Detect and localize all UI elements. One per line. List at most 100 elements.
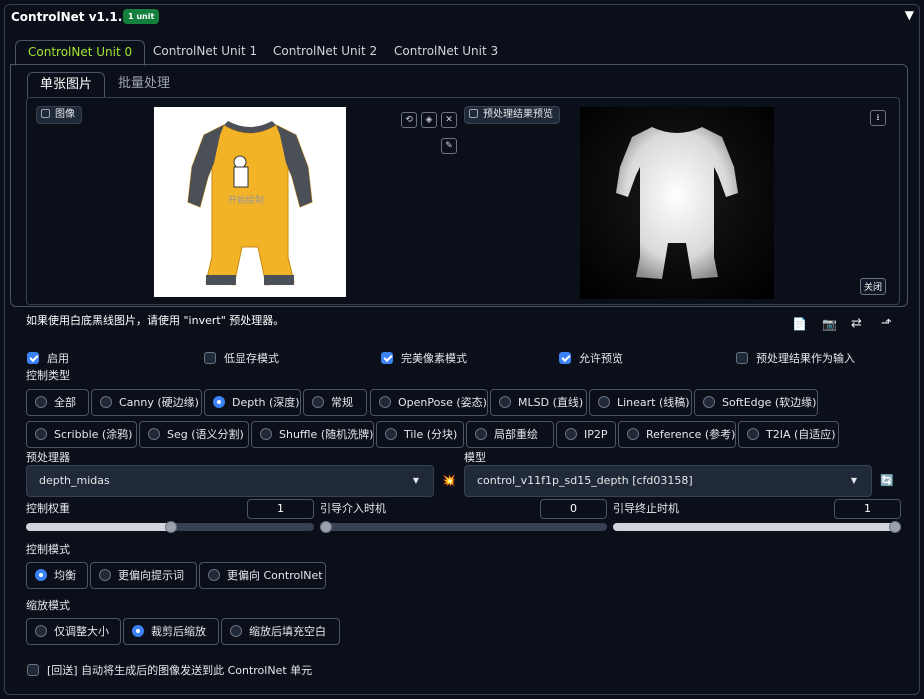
- end-step-handle[interactable]: [889, 521, 901, 533]
- radio-icon[interactable]: [379, 396, 391, 408]
- image-label: 图像: [36, 106, 82, 124]
- resize-mode-fill[interactable]: 缩放后填充空白: [221, 618, 340, 645]
- brush-icon[interactable]: ✎: [441, 138, 457, 154]
- resize-mode-crop-resize[interactable]: 裁剪后缩放: [123, 618, 219, 645]
- undo-icon[interactable]: ⟲: [401, 112, 417, 128]
- control-type-t2ia[interactable]: T2IA (自适应): [738, 421, 839, 448]
- radio-icon[interactable]: [598, 396, 610, 408]
- radio-icon[interactable]: [35, 428, 47, 440]
- checkbox-icon[interactable]: [27, 352, 39, 364]
- radio-icon[interactable]: [703, 396, 715, 408]
- clear-icon[interactable]: ✕: [441, 112, 457, 128]
- checkbox-icon[interactable]: [381, 352, 393, 364]
- radio-icon[interactable]: [99, 569, 111, 581]
- start-step-slider[interactable]: [320, 523, 607, 531]
- resize-mode-just-resize[interactable]: 仅调整大小: [26, 618, 121, 645]
- control-type-lineart[interactable]: Lineart (线稿): [589, 389, 692, 416]
- control-mode-controlnet[interactable]: 更偏向 ControlNet: [199, 562, 326, 589]
- preprocessor-select[interactable]: depth_midas ▼: [26, 465, 434, 497]
- start-step-input[interactable]: 0: [540, 499, 607, 519]
- control-type-scribble[interactable]: Scribble (涂鸦): [26, 421, 137, 448]
- control-type-canny[interactable]: Canny (硬边缘): [91, 389, 202, 416]
- tab-controlnet-unit-2[interactable]: ControlNet Unit 2: [261, 40, 389, 66]
- end-step-input[interactable]: 1: [834, 499, 901, 519]
- radio-icon[interactable]: [213, 396, 225, 408]
- input-image-canvas[interactable]: 开始绘制: [154, 107, 346, 297]
- radio-icon[interactable]: [100, 396, 112, 408]
- resize-mode-label-text: 缩放后填充空白: [249, 625, 326, 638]
- loopback-label: [回送] 自动将生成后的图像发送到此 ControlNet 单元: [47, 664, 313, 677]
- allow-preview-checkbox[interactable]: 允许预览: [559, 350, 623, 366]
- control-type-depth[interactable]: Depth (深度): [204, 389, 301, 416]
- radio-icon[interactable]: [148, 428, 160, 440]
- unit-count-badge: 1 unit: [123, 9, 160, 24]
- control-type-normal[interactable]: 常规: [303, 389, 367, 416]
- control-type-openpose[interactable]: OpenPose (姿态): [370, 389, 488, 416]
- control-type-inpaint[interactable]: 局部重绘: [466, 421, 554, 448]
- radio-icon[interactable]: [35, 569, 47, 581]
- tab-controlnet-unit-1[interactable]: ControlNet Unit 1: [141, 40, 269, 66]
- pixel-perfect-checkbox[interactable]: 完美像素模式: [381, 350, 467, 366]
- preprocessed-as-input-label: 预处理结果作为输入: [756, 352, 855, 365]
- new-canvas-icon[interactable]: 📄: [792, 317, 807, 331]
- checkbox-icon[interactable]: [27, 664, 39, 676]
- model-label: 模型: [464, 451, 486, 464]
- loopback-checkbox[interactable]: [回送] 自动将生成后的图像发送到此 ControlNet 单元: [27, 662, 312, 678]
- tab-batch[interactable]: 批量处理: [106, 72, 182, 98]
- start-step-handle[interactable]: [320, 521, 332, 533]
- radio-icon[interactable]: [230, 625, 242, 637]
- low-vram-checkbox[interactable]: 低显存模式: [204, 350, 279, 366]
- eraser-icon[interactable]: ◈: [421, 112, 437, 128]
- control-type-tile[interactable]: Tile (分块): [376, 421, 464, 448]
- radio-icon[interactable]: [475, 428, 487, 440]
- radio-icon[interactable]: [208, 569, 220, 581]
- image-icon: [41, 109, 50, 118]
- tab-controlnet-unit-3[interactable]: ControlNet Unit 3: [382, 40, 510, 66]
- control-type-label-text: Lineart (线稿): [617, 396, 690, 409]
- control-type-softedge[interactable]: SoftEdge (软边缘): [694, 389, 818, 416]
- preprocessed-as-input-checkbox[interactable]: 预处理结果作为输入: [736, 350, 855, 366]
- control-type-shuffle[interactable]: Shuffle (随机洗牌): [251, 421, 374, 448]
- control-type-ip2p[interactable]: IP2P: [556, 421, 616, 448]
- control-mode-label-text: 均衡: [54, 569, 76, 582]
- radio-icon[interactable]: [499, 396, 511, 408]
- radio-icon[interactable]: [35, 625, 47, 637]
- radio-icon[interactable]: [132, 625, 144, 637]
- control-type-all[interactable]: 全部: [26, 389, 89, 416]
- control-weight-handle[interactable]: [165, 521, 177, 533]
- send-dimensions-icon[interactable]: ⬏: [881, 316, 892, 331]
- refresh-models-icon[interactable]: 🔄: [880, 474, 894, 487]
- download-icon[interactable]: ⭳: [870, 110, 886, 126]
- swap-icon[interactable]: ⇄: [851, 316, 862, 331]
- model-select[interactable]: control_v11f1p_sd15_depth [cfd03158] ▼: [464, 465, 872, 497]
- control-weight-input[interactable]: 1: [247, 499, 314, 519]
- end-step-slider[interactable]: [613, 523, 901, 531]
- control-type-reference[interactable]: Reference (参考): [618, 421, 736, 448]
- control-type-label-text: Scribble (涂鸦): [54, 428, 133, 441]
- control-mode-balanced[interactable]: 均衡: [26, 562, 88, 589]
- radio-icon[interactable]: [312, 396, 324, 408]
- control-type-label-text: Tile (分块): [404, 428, 458, 441]
- radio-icon[interactable]: [385, 428, 397, 440]
- checkbox-icon[interactable]: [736, 352, 748, 364]
- control-type-seg[interactable]: Seg (语义分割): [139, 421, 249, 448]
- checkbox-icon[interactable]: [204, 352, 216, 364]
- control-type-label-text: SoftEdge (软边缘): [722, 396, 817, 409]
- radio-icon[interactable]: [35, 396, 47, 408]
- enable-checkbox[interactable]: 启用: [27, 350, 69, 366]
- radio-icon[interactable]: [627, 428, 639, 440]
- radio-icon[interactable]: [260, 428, 272, 440]
- camera-icon[interactable]: 📷: [822, 317, 837, 331]
- control-type-mlsd[interactable]: MLSD (直线): [490, 389, 587, 416]
- collapse-icon[interactable]: ▼: [905, 8, 914, 22]
- close-preview-button[interactable]: 关闭: [860, 278, 887, 295]
- radio-icon[interactable]: [747, 428, 759, 440]
- end-step-label: 引导终止时机: [613, 502, 679, 515]
- control-mode-prompt[interactable]: 更偏向提示词: [90, 562, 197, 589]
- radio-icon[interactable]: [565, 428, 577, 440]
- checkbox-icon[interactable]: [559, 352, 571, 364]
- preview-label-text: 预处理结果预览: [483, 109, 553, 120]
- tab-controlnet-unit-0[interactable]: ControlNet Unit 0: [15, 40, 146, 66]
- tab-single-image[interactable]: 单张图片: [27, 72, 106, 98]
- run-preprocessor-icon[interactable]: 💥: [442, 474, 456, 487]
